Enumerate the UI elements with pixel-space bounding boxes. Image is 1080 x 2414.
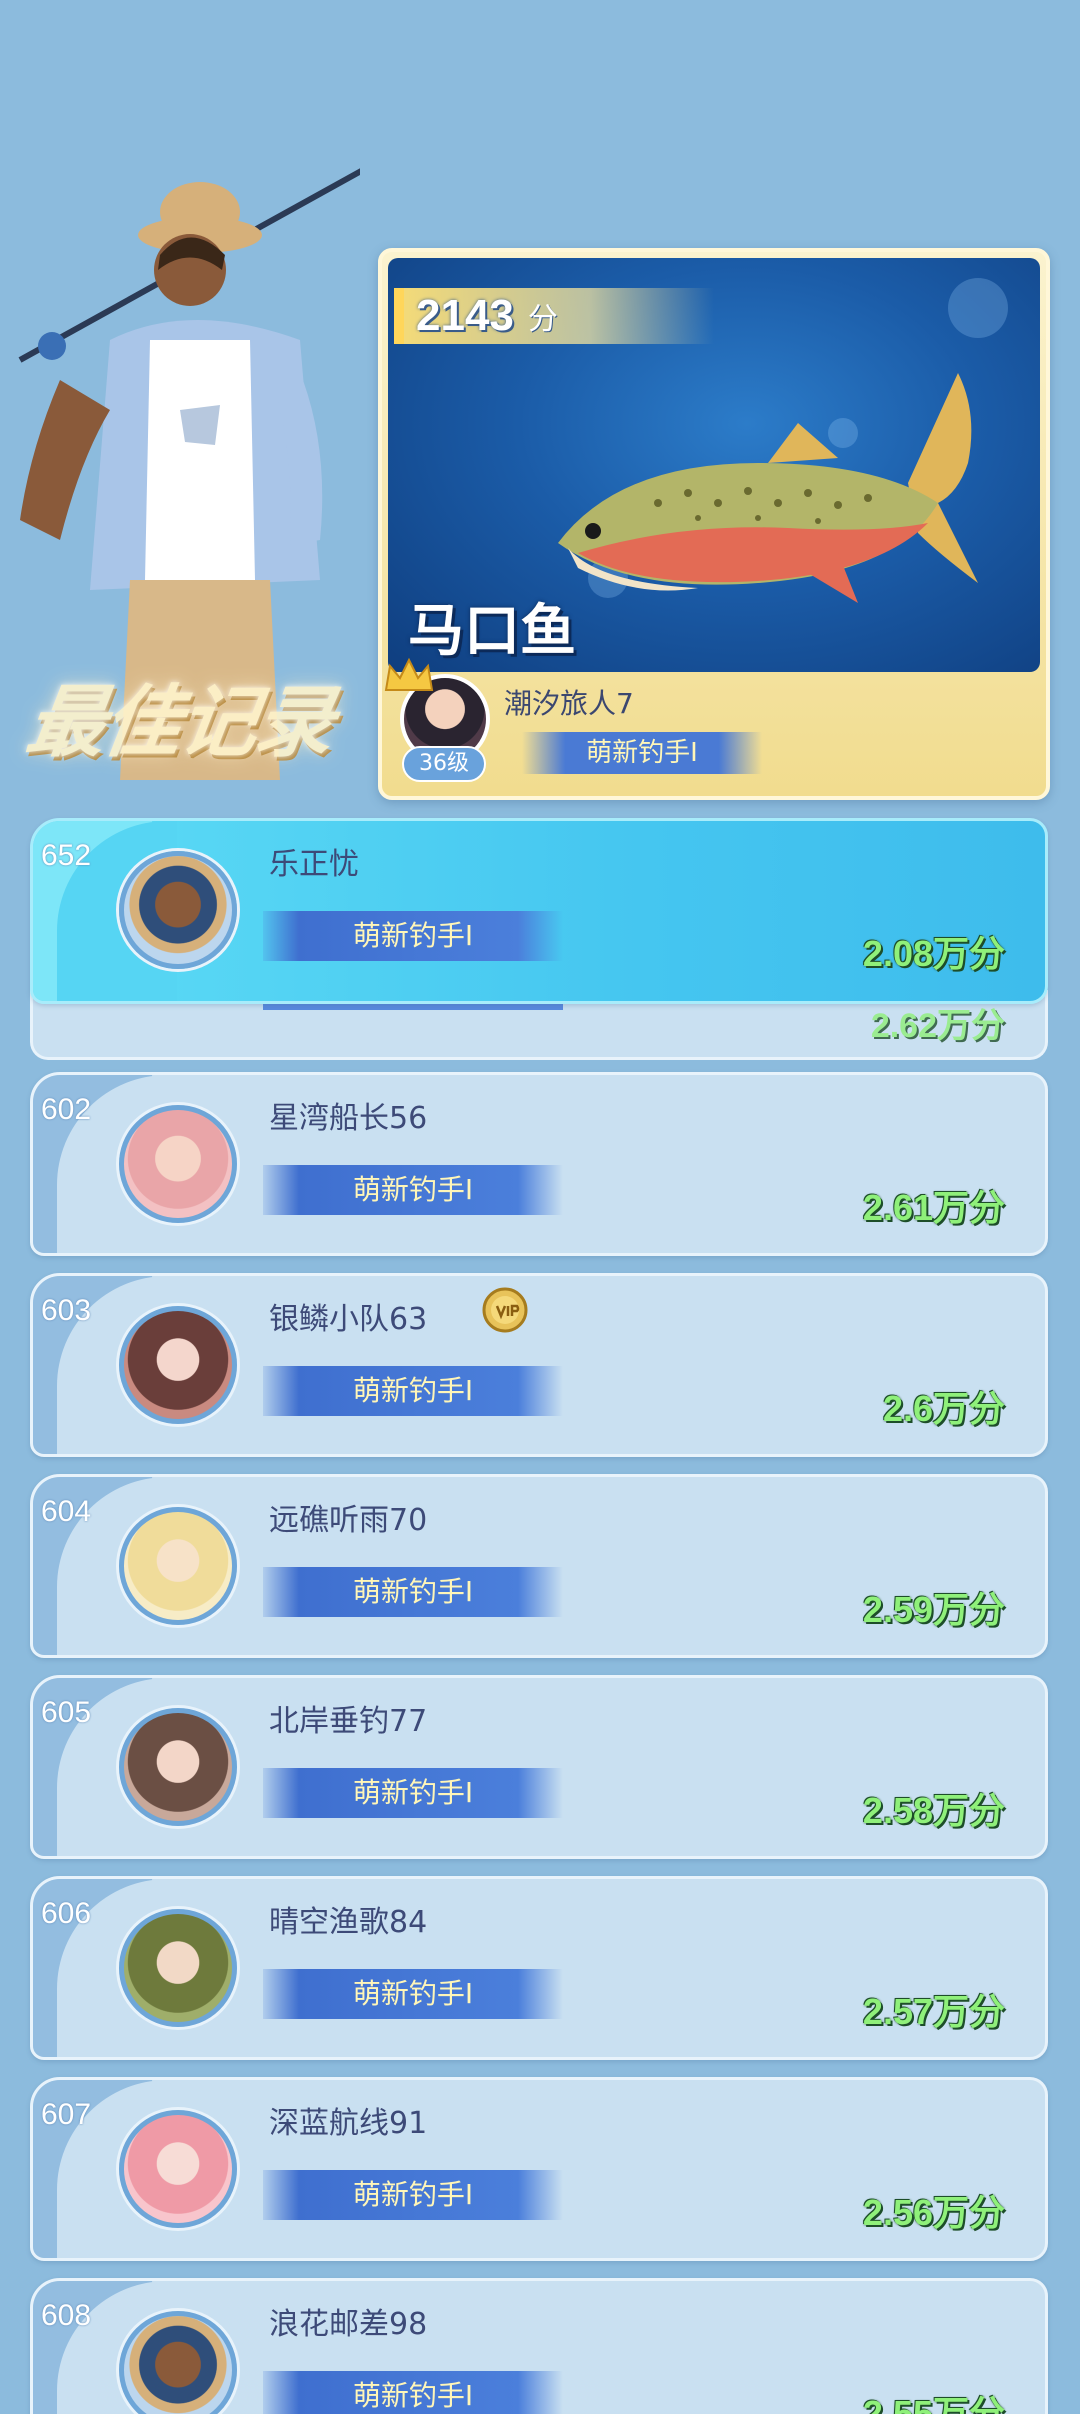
avatar[interactable]: [119, 1507, 237, 1625]
leaderboard-row[interactable]: 603 银鳞小队63 萌新钓手I 2.6万分: [30, 1273, 1048, 1457]
leaderboard-row[interactable]: 604 远礁听雨70 萌新钓手I 2.59万分: [30, 1474, 1048, 1658]
avatar[interactable]: [119, 1306, 237, 1424]
best-record-label: 最佳记录: [21, 678, 338, 768]
title-badge: 萌新钓手I: [263, 1768, 563, 1818]
title-badge: 萌新钓手I: [263, 1165, 563, 1215]
avatar[interactable]: [119, 1105, 237, 1223]
avatar[interactable]: [119, 1909, 237, 2027]
vip-badge-icon: [482, 1287, 528, 1333]
best-record-section: 最佳记录 2143 分 马口鱼 36级 潮汐旅人7 萌新钓手I: [0, 0, 1080, 800]
title-badge: 萌新钓手I: [263, 2371, 563, 2414]
player-name: 乐正忧: [269, 847, 359, 882]
avatar[interactable]: [119, 851, 237, 969]
holder-level-badge: 36级: [402, 746, 486, 782]
title-badge: 萌新钓手I: [263, 2170, 563, 2220]
record-score-ribbon: 2143 分: [394, 288, 714, 344]
rank-number: 603: [41, 1294, 92, 1327]
avatar[interactable]: [119, 1708, 237, 1826]
player-name: 远礁听雨70: [269, 1503, 428, 1538]
avatar[interactable]: [119, 2311, 237, 2414]
title-badge: 萌新钓手I: [263, 1969, 563, 2019]
fish-icon: [558, 373, 978, 603]
player-name: 晴空渔歌84: [269, 1905, 428, 1940]
fish-display: 2143 分 马口鱼: [388, 258, 1040, 672]
crown-icon: [384, 657, 434, 691]
leaderboard-row[interactable]: 608 浪花邮差98 萌新钓手I 2.55万分: [30, 2278, 1048, 2414]
title-badge: 萌新钓手I: [263, 1366, 563, 1416]
player-score: 2.61万分: [862, 1187, 1005, 1228]
score-partial: 2.62万分: [870, 1007, 1005, 1045]
player-score: 2.59万分: [862, 1589, 1005, 1630]
title-badge: 萌新钓手I: [263, 911, 563, 961]
title-badge: 萌新钓手I: [263, 1567, 563, 1617]
record-score-unit: 分: [527, 302, 558, 337]
player-score: 2.55万分: [862, 2393, 1005, 2414]
fish-name: 马口鱼: [408, 599, 576, 664]
rank-number: 652: [41, 839, 92, 872]
holder-title-badge: 萌新钓手I: [522, 732, 762, 774]
best-record-card[interactable]: 2143 分 马口鱼 36级 潮汐旅人7 萌新钓手I: [378, 248, 1050, 800]
rank-number: 605: [41, 1696, 92, 1729]
my-rank-row[interactable]: 652 乐正忧 萌新钓手I 2.08万分: [30, 818, 1048, 1004]
player-score: 2.56万分: [862, 2192, 1005, 2233]
avatar[interactable]: [119, 2110, 237, 2228]
player-name: 浪花邮差98: [269, 2307, 428, 2342]
leaderboard-row[interactable]: 605 北岸垂钓77 萌新钓手I 2.58万分: [30, 1675, 1048, 1859]
player-name: 星湾船长56: [269, 1101, 428, 1136]
record-score: 2143: [416, 291, 514, 340]
leaderboard-row[interactable]: 607 深蓝航线91 萌新钓手I 2.56万分: [30, 2077, 1048, 2261]
rank-number: 602: [41, 1093, 92, 1126]
leaderboard-row[interactable]: 602 星湾船长56 萌新钓手I 2.61万分: [30, 1072, 1048, 1256]
rank-number: 608: [41, 2299, 92, 2332]
rank-number: 604: [41, 1495, 92, 1528]
player-score: 2.08万分: [862, 933, 1005, 974]
player-score: 2.57万分: [862, 1991, 1005, 2032]
player-score: 2.58万分: [862, 1790, 1005, 1831]
leaderboard-row[interactable]: 606 晴空渔歌84 萌新钓手I 2.57万分: [30, 1876, 1048, 2060]
player-name: 北岸垂钓77: [269, 1704, 428, 1739]
rank-number: 606: [41, 1897, 92, 1930]
rank-number: 607: [41, 2098, 92, 2131]
player-name: 深蓝航线91: [269, 2106, 428, 2141]
player-name: 银鳞小队63: [269, 1302, 428, 1337]
holder-name: 潮汐旅人7: [504, 687, 634, 720]
player-score: 2.6万分: [882, 1388, 1005, 1429]
